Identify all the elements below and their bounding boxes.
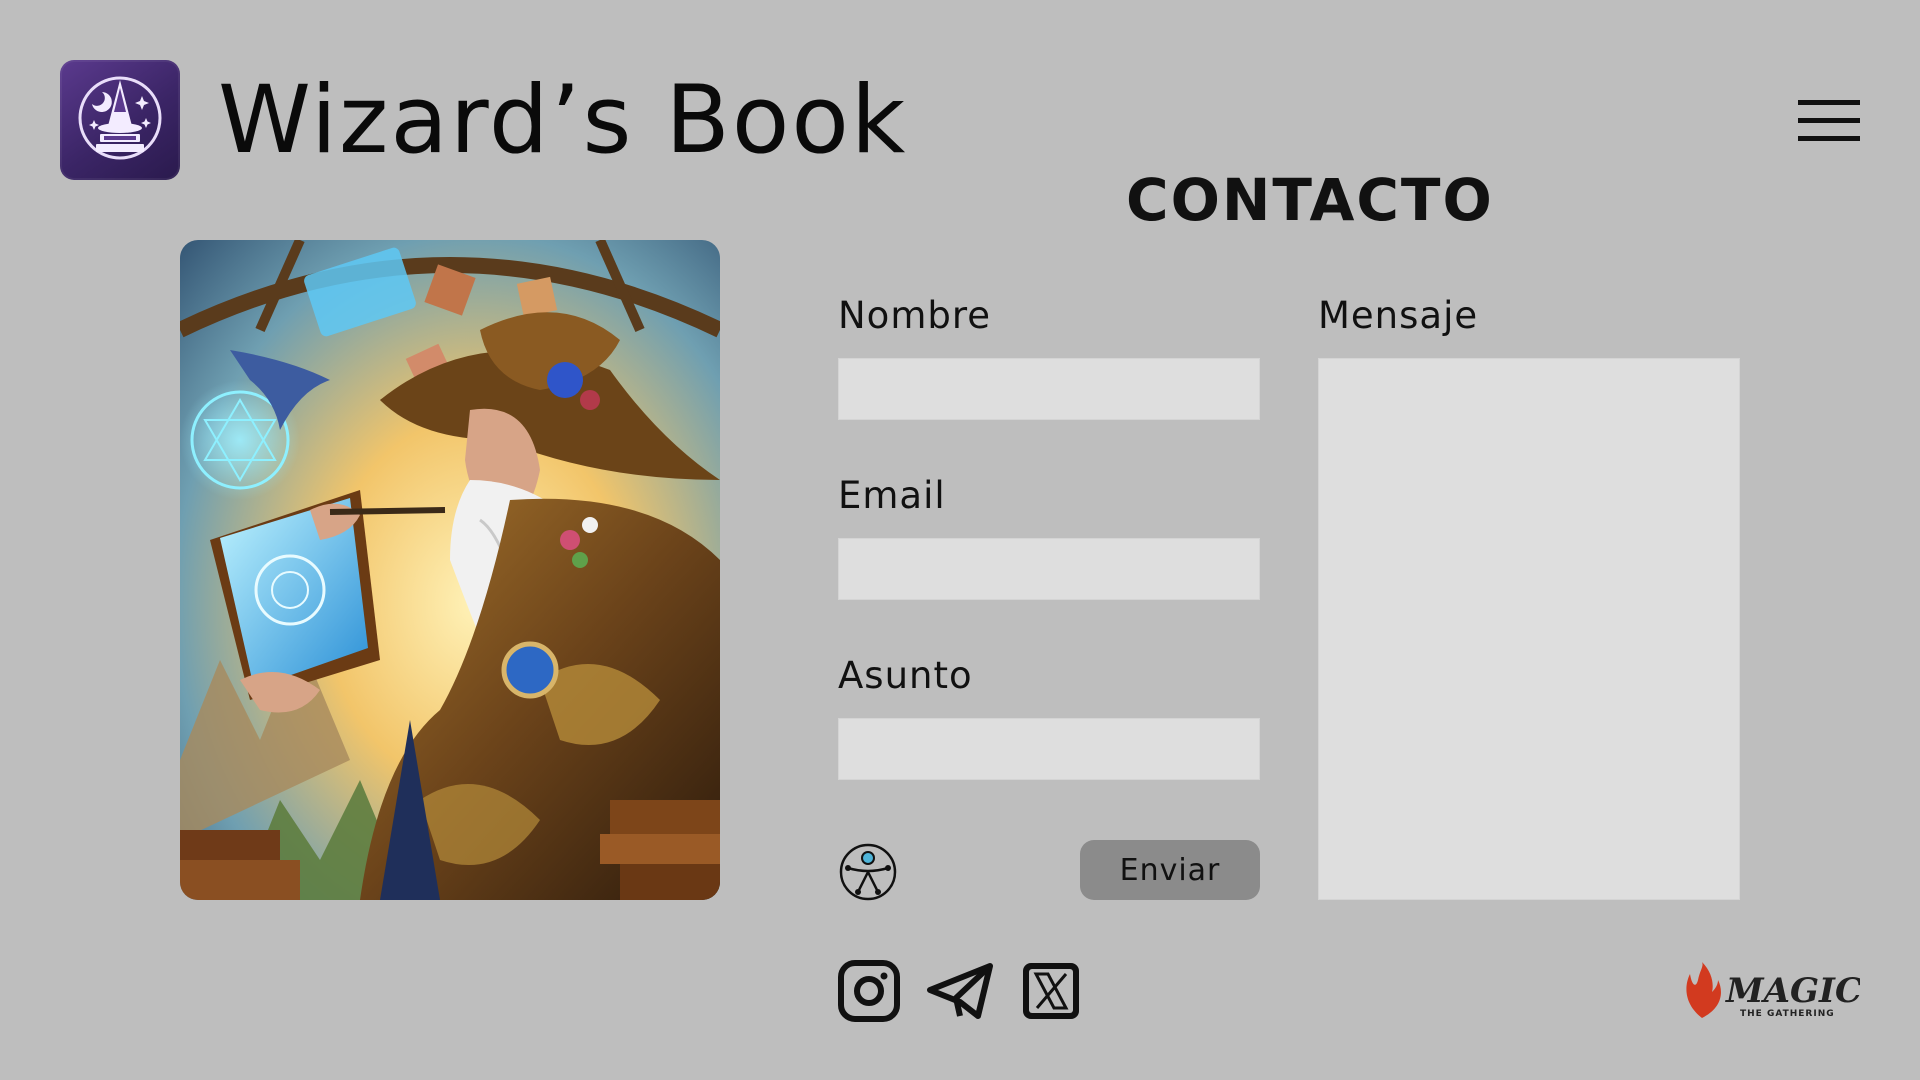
instagram-icon [838, 960, 900, 1022]
menu-bar-top [1798, 100, 1860, 105]
hamburger-menu-button[interactable] [1798, 100, 1860, 142]
wizard-illustration [180, 240, 720, 900]
x-twitter-icon [1023, 963, 1079, 1019]
email-label: Email [838, 474, 946, 517]
page-heading: CONTACTO [1126, 166, 1494, 234]
telegram-link[interactable] [926, 960, 996, 1022]
telegram-icon [927, 963, 993, 1019]
name-input[interactable] [838, 358, 1260, 420]
name-label: Nombre [838, 294, 992, 337]
message-label: Mensaje [1318, 294, 1479, 337]
email-input[interactable] [838, 538, 1260, 600]
subject-label: Asunto [838, 654, 973, 697]
menu-bar-bottom [1798, 136, 1860, 141]
app-logo[interactable] [60, 60, 180, 180]
magic-the-gathering-logo[interactable]: MAGIC THE GATHERING [1680, 962, 1862, 1022]
app-title: Wizard’s Book [218, 66, 908, 175]
accessibility-button[interactable] [838, 842, 898, 902]
subject-input[interactable] [838, 718, 1260, 780]
send-button[interactable]: Enviar [1080, 840, 1260, 900]
instagram-link[interactable] [838, 960, 900, 1022]
wizard-hat-book-logo-icon [78, 76, 162, 160]
accessibility-icon [839, 843, 897, 901]
x-twitter-link[interactable] [1020, 960, 1082, 1022]
brand-name: MAGIC [1725, 971, 1860, 1011]
brand-sub: THE GATHERING [1740, 1009, 1835, 1019]
message-textarea[interactable] [1318, 358, 1740, 900]
menu-bar-middle [1798, 118, 1860, 123]
flame-icon [1686, 962, 1721, 1018]
